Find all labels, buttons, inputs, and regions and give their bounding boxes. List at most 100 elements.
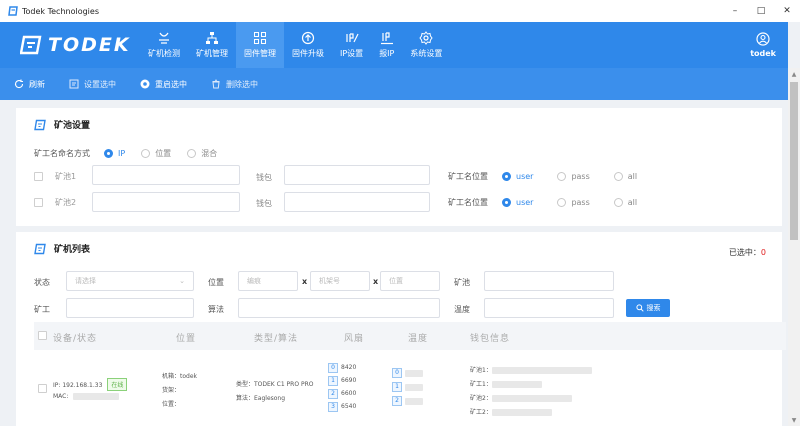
nav-item-miner-manage[interactable]: 矿机管理 [188,22,236,68]
pool2-pos-pass[interactable]: pass [557,198,590,207]
pool2-pos-all[interactable]: all [613,198,637,207]
location-x-sep-1: x [302,277,308,286]
radio-selected-icon [104,149,113,158]
pool-filter-input[interactable] [484,271,614,291]
nav-item-firmware-manage[interactable]: 固件管理 [236,22,284,68]
pool1-pos-pass-label: pass [571,172,590,181]
nav-item-ip-settings[interactable]: IP设置 [332,22,371,68]
pool2-worker-position: 矿工名位置 user pass all [448,197,637,208]
pool2-checkbox[interactable] [34,198,43,207]
ip-edit-icon [345,33,359,43]
naming-option-ip[interactable]: IP [104,149,125,158]
main-nav: 矿机检测 矿机管理 固件管理 固件升级 IP设置 报IP 系统设置 [140,22,450,68]
location-input-3-placeholder: 位置 [389,277,403,285]
pool2-url-input[interactable] [92,192,240,212]
redacted-temp [405,397,423,405]
refresh-button[interactable]: 刷新 [14,79,45,90]
nav-label: 矿机检测 [148,49,180,58]
pool-settings-title-text: 矿池设置 [54,121,91,131]
pool1-worker-position-label: 矿工名位置 [448,172,488,181]
nav-label: 矿机管理 [196,49,228,58]
pool2-worker-position-label: 矿工名位置 [448,198,488,207]
pool2-pos-pass-label: pass [571,198,590,207]
pool2-wallet-input[interactable] [284,192,430,212]
nav-label: IP设置 [340,49,364,58]
radio-icon [557,198,567,207]
column-header-temp[interactable]: 温度 [408,331,428,344]
pool-filter-label: 矿池 [454,278,470,287]
naming-option-location[interactable]: 位置 [141,148,171,159]
status-select[interactable]: 请选择 ⌄ [66,271,194,291]
minimize-button[interactable]: – [722,0,748,22]
device-mac-label: MAC: [53,393,69,400]
pool1-url-input[interactable] [92,165,240,185]
trash-icon [212,79,220,89]
search-button-label: 搜索 [646,304,661,312]
pool1-checkbox[interactable] [34,172,43,181]
pool1-worker-position: 矿工名位置 user pass all [448,171,637,182]
delete-selected-button[interactable]: 删除选中 [211,79,258,90]
location-input-2[interactable]: 机架号 [310,271,370,291]
temp-item: 1 [392,380,423,394]
pool1-pos-user[interactable]: user [502,172,533,181]
nav-label: 报IP [379,49,395,58]
fan-item: 1 6690 [328,374,356,387]
nav-item-system-settings[interactable]: 系统设置 [402,22,450,68]
close-button[interactable]: ✕ [774,0,800,22]
restart-icon [140,79,150,89]
select-all-checkbox[interactable] [38,331,47,340]
set-selected-button[interactable]: 设置选中 [69,79,116,90]
pool2-pos-user[interactable]: user [502,198,533,207]
temp-filter-input[interactable] [484,298,614,318]
nav-item-miner-check[interactable]: 矿机检测 [140,22,188,68]
pool1-pos-user-label: user [516,172,534,181]
device-type: 类型：TODEK C1 PRO PRO [236,381,314,388]
naming-option-ip-label: IP [118,149,126,158]
vertical-scrollbar[interactable]: ▲ ▼ [788,68,800,426]
algo-filter-label: 算法 [208,305,224,314]
algo-filter-input[interactable] [238,298,440,318]
temp-index: 0 [392,368,402,378]
window-titlebar: Todek Technologies – □ ✕ [0,0,800,22]
nav-item-report-ip[interactable]: 报IP [371,22,402,68]
table-row[interactable]: IP: 192.168.1.33 在线 MAC: 机箱：todek 货架： 位置… [34,354,786,424]
column-header-wallet[interactable]: 钱包信息 [470,331,510,344]
worker-filter-input[interactable] [66,298,194,318]
delete-selected-label: 删除选中 [226,79,258,89]
pool1-wallet-label: 钱包 [256,173,272,182]
scroll-down-arrow-icon[interactable]: ▼ [788,414,800,426]
column-header-fan[interactable]: 风扇 [344,331,364,344]
nav-item-firmware-upgrade[interactable]: 固件升级 [284,22,332,68]
maximize-button[interactable]: □ [748,0,774,22]
window-title: Todek Technologies [22,6,99,16]
pool1-pos-pass[interactable]: pass [557,172,590,181]
location-input-1[interactable]: 编痕 [238,271,298,291]
fan-index: 2 [328,388,338,399]
pool-settings-panel: 矿池设置 矿工名命名方式 IP 位置 混合 矿池1 钱包 矿工名位置 user … [16,108,782,226]
pool1-wallet-input[interactable] [284,165,430,185]
user-menu[interactable]: todek [750,22,776,68]
restart-selected-button[interactable]: 重启选中 [140,79,187,90]
redacted-mac [73,393,120,400]
naming-option-mixed[interactable]: 混合 [187,148,217,159]
panel-logo-icon [34,243,46,254]
brand-logo-icon [20,35,42,55]
user-name: todek [750,49,776,58]
refresh-label: 刷新 [29,79,45,89]
column-header-device[interactable]: 设备/状态 [53,331,97,344]
fan-item: 2 6600 [328,387,356,400]
pool1-pos-all[interactable]: all [613,172,638,181]
column-header-location[interactable]: 位置 [176,331,196,344]
scrollbar-thumb[interactable] [790,82,798,240]
nav-label: 系统设置 [410,49,443,58]
fan-item: 0 8420 [328,361,356,374]
scroll-up-arrow-icon[interactable]: ▲ [788,68,800,80]
miner-list-panel: 矿机列表 已选中：0 状态 请选择 ⌄ 位置 编痕 x 机架号 x 位置 矿池 … [16,232,786,426]
location-input-3[interactable]: 位置 [380,271,440,291]
search-button[interactable]: 搜索 [626,299,670,317]
row-checkbox[interactable] [38,384,47,393]
pool1-pos-all-label: all [627,172,638,181]
settings-doc-icon [69,79,79,89]
app-logo-icon [8,6,18,16]
column-header-type[interactable]: 类型/算法 [254,331,298,344]
